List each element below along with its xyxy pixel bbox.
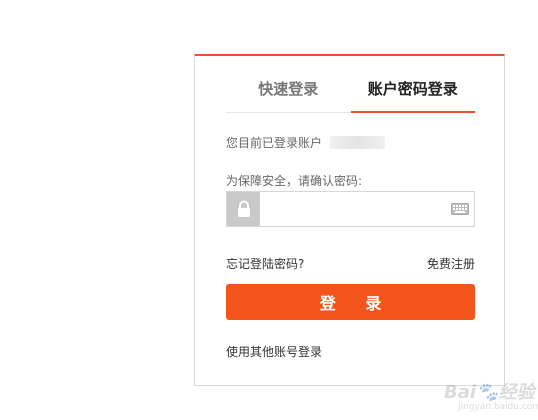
login-tabs: 快速登录 账户密码登录 xyxy=(226,68,475,113)
login-button[interactable]: 登 录 xyxy=(226,284,475,320)
register-link[interactable]: 免费注册 xyxy=(427,255,475,272)
keyboard-icon[interactable] xyxy=(446,192,474,226)
forgot-password-link[interactable]: 忘记登陆密码? xyxy=(226,255,304,272)
watermark-site: jingyan.baidu.com xyxy=(458,402,538,412)
tab-account-password-login[interactable]: 账户密码登录 xyxy=(350,68,476,113)
links-row: 忘记登陆密码? 免费注册 xyxy=(226,255,475,272)
baidu-jingyan-watermark: Bai🐾经验 jingyan.baidu.com xyxy=(436,358,538,418)
account-name-masked xyxy=(330,136,386,149)
watermark-brand: Bai🐾经验 xyxy=(444,382,535,403)
current-account-row: 您目前已登录账户 xyxy=(226,134,386,151)
tab-quick-login[interactable]: 快速登录 xyxy=(226,68,351,112)
page: 快速登录 账户密码登录 您目前已登录账户 为保障安全，请确认密码: 忘记登陆密码… xyxy=(0,0,538,420)
password-field-container xyxy=(226,191,475,227)
password-input[interactable] xyxy=(260,192,447,226)
other-account-login-link[interactable]: 使用其他账号登录 xyxy=(226,343,322,360)
lock-icon xyxy=(227,192,261,226)
current-account-label: 您目前已登录账户 xyxy=(226,136,323,150)
login-panel: 快速登录 账户密码登录 您目前已登录账户 为保障安全，请确认密码: 忘记登陆密码… xyxy=(194,54,505,386)
password-prompt: 为保障安全，请确认密码: xyxy=(226,174,363,188)
